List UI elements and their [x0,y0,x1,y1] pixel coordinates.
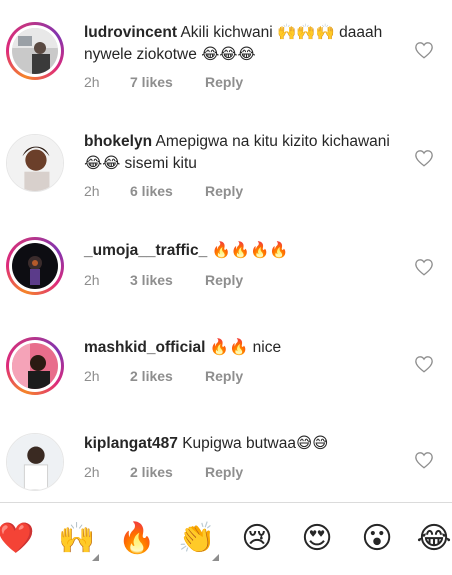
comment-username[interactable]: mashkid_official [84,339,205,356]
heart-icon[interactable] [414,355,434,373]
reply-button[interactable]: Reply [205,74,243,90]
crying-face-icon[interactable]: 😢 [237,519,277,559]
comment-text: mashkid_official 🔥🔥 nice [84,337,404,359]
skin-tone-corner [212,554,219,561]
surprised-face-icon[interactable]: 😮 [357,519,397,559]
tears-of-joy-icon[interactable]: 😂 [414,519,452,559]
clapping-hands-icon[interactable]: 👏 [177,519,219,561]
reply-button[interactable]: Reply [205,183,243,199]
emoji-reaction-bar: ❤️ 🙌 🔥 👏 😢 😍 😮 😂 [0,503,452,575]
likes-count[interactable]: 7 likes [130,74,205,90]
comment-meta: 2h 7 likes Reply [84,74,243,90]
comment-text: bhokelyn Amepigwa na kitu kizito kichawa… [84,131,404,175]
comment-meta: 2h 2 likes Reply [84,464,243,480]
avatar[interactable] [6,134,64,192]
comment-text: _umoja__traffic_ 🔥🔥🔥🔥 [84,240,404,262]
reply-button[interactable]: Reply [205,368,243,384]
avatar[interactable] [6,22,64,80]
comment-time: 2h [84,74,100,90]
comment-time: 2h [84,464,100,480]
heart-icon[interactable] [414,258,434,276]
comment-time: 2h [84,368,100,384]
reply-button[interactable]: Reply [205,464,243,480]
comment-username[interactable]: kiplangat487 [84,435,178,452]
comment-meta: 2h 6 likes Reply [84,183,243,199]
comment-time: 2h [84,183,100,199]
raising-hands-icon[interactable]: 🙌 [57,519,99,561]
reply-button[interactable]: Reply [205,272,243,288]
comment-username[interactable]: bhokelyn [84,133,152,150]
comment-username[interactable]: ludrovincent [84,24,177,41]
heart-icon[interactable] [414,149,434,167]
avatar[interactable] [6,237,64,295]
likes-count[interactable]: 2 likes [130,464,205,480]
likes-count[interactable]: 3 likes [130,272,205,288]
red-heart-icon[interactable]: ❤️ [0,519,36,559]
comment-meta: 2h 3 likes Reply [84,272,243,288]
clapping-hands-glyph: 👏 [178,521,216,556]
comment-username[interactable]: _umoja__traffic_ [84,242,207,259]
likes-count[interactable]: 6 likes [130,183,205,199]
comment-body: 🔥🔥 nice [209,339,282,356]
comment-text: ludrovincent Akili kichwani 🙌🙌🙌 daaah ny… [84,22,404,66]
comment-meta: 2h 2 likes Reply [84,368,243,384]
avatar[interactable] [6,433,64,491]
heart-eyes-icon[interactable]: 😍 [297,519,337,559]
avatar[interactable] [6,337,64,395]
fire-icon[interactable]: 🔥 [117,519,157,559]
likes-count[interactable]: 2 likes [130,368,205,384]
comment-body: Kupigwa butwaa😅😅 [182,435,329,452]
heart-icon[interactable] [414,451,434,469]
comment-body: 🔥🔥🔥🔥 [211,242,289,259]
skin-tone-corner [92,554,99,561]
comment-time: 2h [84,272,100,288]
comment-text: kiplangat487 Kupigwa butwaa😅😅 [84,433,404,455]
raising-hands-glyph: 🙌 [58,521,96,556]
heart-icon[interactable] [414,41,434,59]
